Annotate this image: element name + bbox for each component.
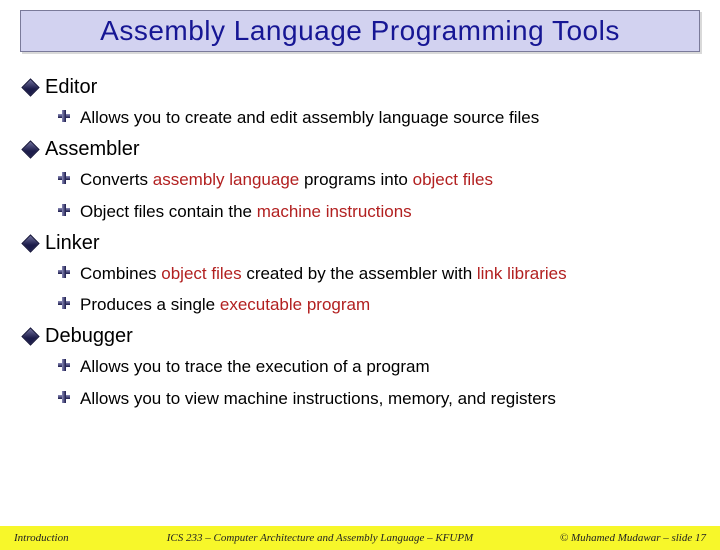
highlight: machine instructions: [257, 202, 412, 221]
footer-center: ICS 233 – Computer Architecture and Asse…: [114, 532, 526, 544]
item-text: Allows you to trace the execution of a p…: [80, 356, 430, 377]
list-item: Produces a single executable program: [58, 294, 696, 315]
cross-icon: [58, 172, 70, 184]
highlight: executable program: [220, 295, 370, 314]
section-head: Assembler: [24, 138, 696, 161]
item-text: Allows you to create and edit assembly l…: [80, 107, 539, 128]
slide-body: Editor Allows you to create and edit ass…: [0, 62, 720, 409]
list-item: Allows you to create and edit assembly l…: [58, 107, 696, 128]
list-item: Combines object files created by the ass…: [58, 263, 696, 284]
sub-list: Allows you to trace the execution of a p…: [24, 356, 696, 409]
diamond-icon: [21, 141, 39, 159]
slide-title: Assembly Language Programming Tools: [29, 15, 691, 47]
cross-icon: [58, 266, 70, 278]
item-text: Allows you to view machine instructions,…: [80, 388, 556, 409]
highlight: object files: [413, 170, 493, 189]
cross-icon: [58, 359, 70, 371]
sub-list: Allows you to create and edit assembly l…: [24, 107, 696, 128]
list-item: Object files contain the machine instruc…: [58, 201, 696, 222]
cross-icon: [58, 297, 70, 309]
item-text: Produces a single executable program: [80, 294, 370, 315]
section-head: Linker: [24, 232, 696, 255]
list-item: Converts assembly language programs into…: [58, 169, 696, 190]
footer-right: © Muhamed Mudawar – slide 17: [526, 532, 706, 544]
section-linker: Linker Combines object files created by …: [24, 232, 696, 316]
sub-list: Combines object files created by the ass…: [24, 263, 696, 316]
section-head: Editor: [24, 76, 696, 99]
cross-icon: [58, 204, 70, 216]
item-text: Object files contain the machine instruc…: [80, 201, 412, 222]
highlight: assembly language: [153, 170, 299, 189]
section-editor: Editor Allows you to create and edit ass…: [24, 76, 696, 128]
section-debugger: Debugger Allows you to trace the executi…: [24, 325, 696, 409]
section-assembler: Assembler Converts assembly language pro…: [24, 138, 696, 222]
slide-footer: Introduction ICS 233 – Computer Architec…: [0, 526, 720, 550]
section-head: Debugger: [24, 325, 696, 348]
highlight: link libraries: [477, 264, 567, 283]
diamond-icon: [21, 78, 39, 96]
cross-icon: [58, 391, 70, 403]
list-item: Allows you to trace the execution of a p…: [58, 356, 696, 377]
sub-list: Converts assembly language programs into…: [24, 169, 696, 222]
footer-left: Introduction: [14, 532, 114, 544]
section-label: Editor: [45, 76, 97, 99]
slide-title-box: Assembly Language Programming Tools: [20, 10, 700, 52]
list-item: Allows you to view machine instructions,…: [58, 388, 696, 409]
section-label: Debugger: [45, 325, 133, 348]
item-text: Combines object files created by the ass…: [80, 263, 567, 284]
section-label: Linker: [45, 232, 99, 255]
cross-icon: [58, 110, 70, 122]
diamond-icon: [21, 234, 39, 252]
item-text: Converts assembly language programs into…: [80, 169, 493, 190]
highlight: object files: [161, 264, 241, 283]
diamond-icon: [21, 328, 39, 346]
section-label: Assembler: [45, 138, 139, 161]
